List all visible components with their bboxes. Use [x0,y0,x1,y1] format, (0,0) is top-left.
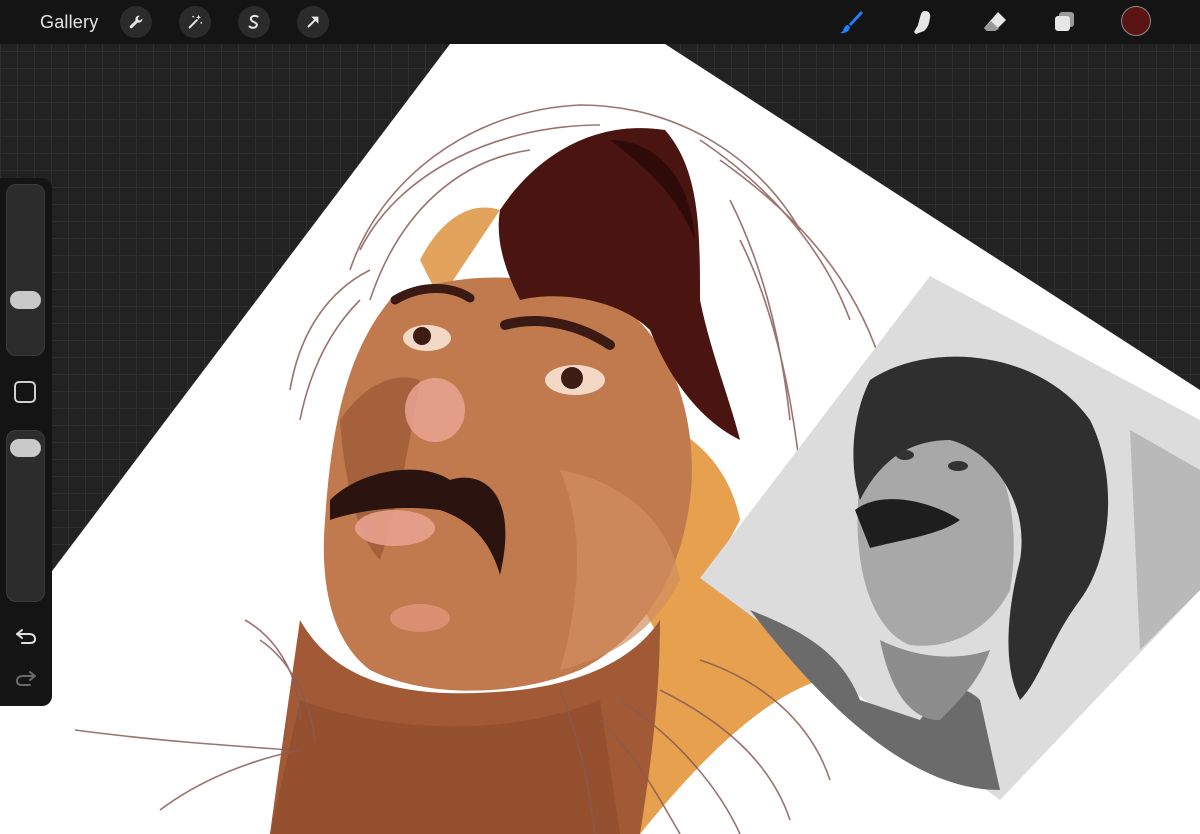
layers-icon [1055,12,1074,31]
brush-button[interactable] [836,7,866,37]
modify-button[interactable] [14,381,36,403]
nose [405,378,465,442]
undo-icon[interactable] [14,624,38,648]
actions-button[interactable] [120,6,152,38]
opacity-slider[interactable] [6,430,45,602]
transform-arrow-icon [307,16,319,28]
eraser-icon [984,12,1006,31]
gallery-button[interactable]: Gallery [40,12,98,33]
chin-highlight [390,604,450,632]
reference-eye [948,461,968,471]
smudge-button[interactable] [909,7,939,37]
selection-s-icon [248,14,259,29]
smudge-finger-icon [914,11,931,34]
lips [355,510,435,546]
drawing-canvas[interactable] [0,44,1200,834]
color-picker-button[interactable] [1121,6,1151,36]
redo-icon[interactable] [14,666,38,690]
brush-size-slider[interactable] [6,184,45,356]
brush-icon [840,11,863,34]
pupil [413,327,431,345]
pupil [561,367,583,389]
eraser-button[interactable] [980,7,1010,37]
left-sidebar [0,178,52,706]
magic-wand-icon [188,14,203,29]
top-toolbar: Gallery [0,0,1200,44]
reference-photo[interactable] [700,276,1200,800]
opacity-slider-thumb[interactable] [10,439,41,457]
adjustments-button[interactable] [179,6,211,38]
wrench-icon [129,15,143,29]
reference-eye [896,450,914,460]
transform-button[interactable] [297,6,329,38]
brush-size-slider-thumb[interactable] [10,291,41,309]
selection-button[interactable] [238,6,270,38]
layers-button[interactable] [1050,7,1080,37]
